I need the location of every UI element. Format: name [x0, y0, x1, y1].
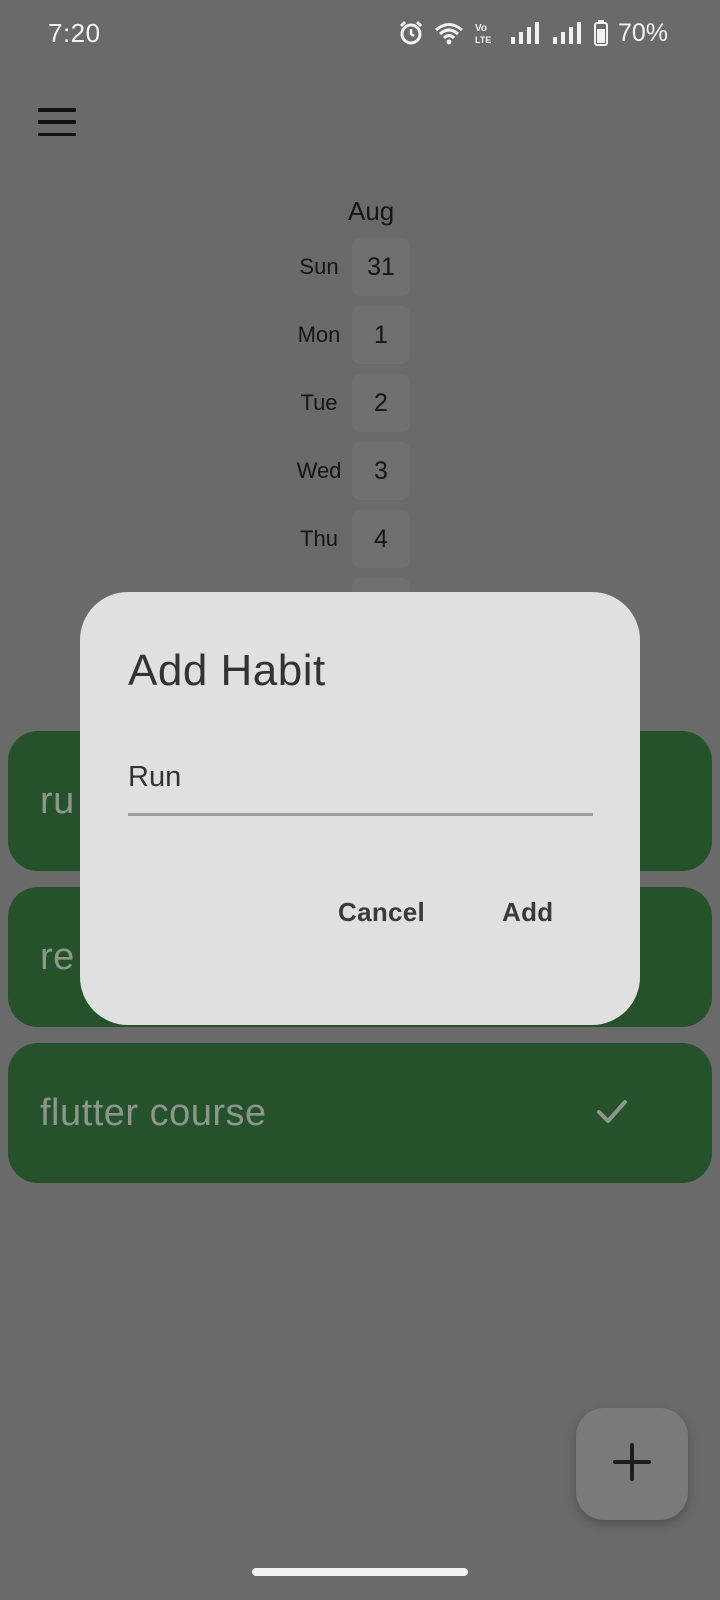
- day-name: Mon: [297, 322, 341, 347]
- day-number[interactable]: 3: [352, 442, 410, 500]
- status-bar: 7:20 Vo LTE 70%: [0, 0, 720, 66]
- plus-icon: [612, 1442, 652, 1487]
- add-button[interactable]: Add: [502, 897, 553, 928]
- signal-icon: [510, 21, 542, 45]
- svg-text:LTE: LTE: [475, 35, 491, 45]
- home-indicator[interactable]: [252, 1568, 468, 1576]
- habit-name-input[interactable]: [128, 742, 593, 816]
- date-row[interactable]: Wed 3: [286, 442, 426, 500]
- wifi-icon: [434, 21, 464, 45]
- alarm-icon: [398, 20, 424, 46]
- day-name: Sun: [299, 254, 339, 279]
- svg-text:Vo: Vo: [475, 23, 487, 34]
- day-name: Thu: [300, 526, 338, 551]
- day-name: Wed: [296, 458, 342, 483]
- habit-name: ru: [40, 779, 75, 822]
- status-time: 7:20: [48, 17, 101, 48]
- day-number[interactable]: 1: [352, 306, 410, 364]
- habit-name: re: [40, 935, 75, 978]
- date-row[interactable]: Thu 4: [286, 510, 426, 568]
- habit-name: flutter course: [40, 1091, 267, 1134]
- status-icons: Vo LTE 70%: [398, 19, 668, 48]
- date-row[interactable]: Mon 1: [286, 306, 426, 364]
- check-icon[interactable]: [592, 1091, 632, 1136]
- volte-icon: Vo LTE: [474, 20, 500, 46]
- day-name: Tue: [300, 390, 338, 415]
- dialog-actions: Cancel Add: [80, 897, 640, 947]
- habit-tile[interactable]: flutter course: [8, 1043, 712, 1183]
- date-row[interactable]: Sun 31: [286, 238, 426, 296]
- add-habit-fab[interactable]: [576, 1408, 688, 1520]
- dialog-title: Add Habit: [128, 646, 326, 695]
- add-habit-dialog: Add Habit Cancel Add: [80, 592, 640, 1025]
- hamburger-menu-icon[interactable]: [38, 108, 76, 136]
- battery-icon: [593, 20, 608, 46]
- cancel-button[interactable]: Cancel: [338, 897, 425, 928]
- signal-icon: [552, 21, 584, 45]
- month-label: Aug: [348, 196, 395, 226]
- date-row[interactable]: Tue 2: [286, 374, 426, 432]
- battery-percentage: 70%: [617, 18, 668, 47]
- day-number[interactable]: 31: [352, 238, 410, 296]
- day-number[interactable]: 4: [352, 510, 410, 568]
- day-number[interactable]: 2: [352, 374, 410, 432]
